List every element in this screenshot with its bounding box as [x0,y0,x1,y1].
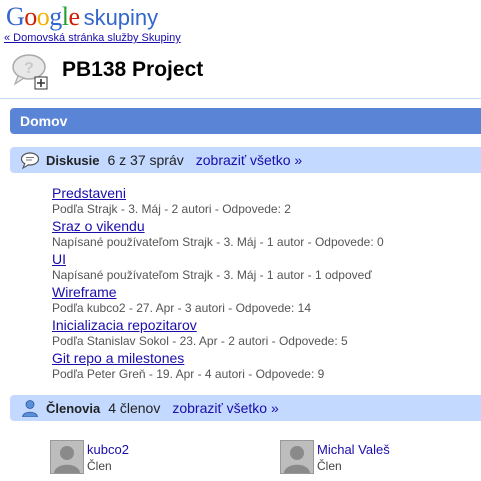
default-avatar-icon [51,441,83,473]
topic-link[interactable]: Predstaveni [52,185,472,202]
members-count: 4 členov [108,400,161,416]
topic-link[interactable]: Sraz o vikendu [52,218,472,235]
topic-link[interactable]: Wireframe [52,284,472,301]
topic-meta: Podľa Strajk - 3. Máj - 2 autori - Odpov… [52,202,291,216]
discussions-header: Diskusie 6 z 37 správ zobraziť všetko » [10,147,481,173]
discussion-list: Predstaveni Podľa Strajk - 3. Máj - 2 au… [52,185,472,383]
list-item: Inicializacia repozitarov Podľa Stanisla… [52,317,472,350]
list-item: UI Napísané používateľom Strajk - 3. Máj… [52,251,472,284]
group-title: PB138 Project [62,58,204,81]
person-icon [22,400,38,417]
default-avatar-icon [281,441,313,473]
google-groups-logo[interactable]: Google skupiny [6,2,159,31]
avatar[interactable] [50,440,84,474]
topic-meta: Podľa Stanislav Sokol - 23. Apr - 2 auto… [52,334,348,348]
list-item: Predstaveni Podľa Strajk - 3. Máj - 2 au… [52,185,472,218]
members-see-all-link[interactable]: zobraziť všetko » [172,400,278,416]
discussions-count: 6 z 37 správ [107,152,184,168]
home-bar: Domov [10,108,481,134]
member-name-link[interactable]: Michal Valeš [317,442,390,457]
member-role: Člen [87,459,112,473]
members-header: Členovia 4 členov zobraziť všetko » [10,395,481,421]
home-bar-label: Domov [20,113,68,129]
groups-home-link[interactable]: « Domovská stránka služby Skupiny [4,32,181,44]
member-role: Člen [317,459,342,473]
topic-link[interactable]: Git repo a milestones [52,350,472,367]
product-name: skupiny [83,5,159,30]
topic-link[interactable]: UI [52,251,472,268]
list-item: Wireframe Podľa kubco2 - 27. Apr - 3 aut… [52,284,472,317]
topic-link[interactable]: Inicializacia repozitarov [52,317,472,334]
topic-meta: Napísané používateľom Strajk - 3. Máj - … [52,235,384,249]
topic-meta: Napísané používateľom Strajk - 3. Máj - … [52,268,372,282]
svg-text:?: ? [24,60,34,77]
discussions-see-all-link[interactable]: zobraziť všetko » [196,152,302,168]
discussion-bubble-icon [20,152,40,169]
discussions-title: Diskusie [46,152,100,168]
header-divider [0,98,481,99]
member-name-link[interactable]: kubco2 [87,442,129,457]
topic-meta: Podľa Peter Greň - 19. Apr - 4 autori - … [52,367,325,381]
google-wordmark: Google [6,2,80,31]
member-item: kubco2 Člen [50,440,230,480]
topic-meta: Podľa kubco2 - 27. Apr - 3 autori - Odpo… [52,301,311,315]
avatar[interactable] [280,440,314,474]
list-item: Sraz o vikendu Napísané používateľom Str… [52,218,472,251]
group-speech-bubble-icon: ? [12,54,48,90]
member-item: Michal Valeš Člen [280,440,460,480]
members-title: Členovia [46,400,101,416]
list-item: Git repo a milestones Podľa Peter Greň -… [52,350,472,383]
